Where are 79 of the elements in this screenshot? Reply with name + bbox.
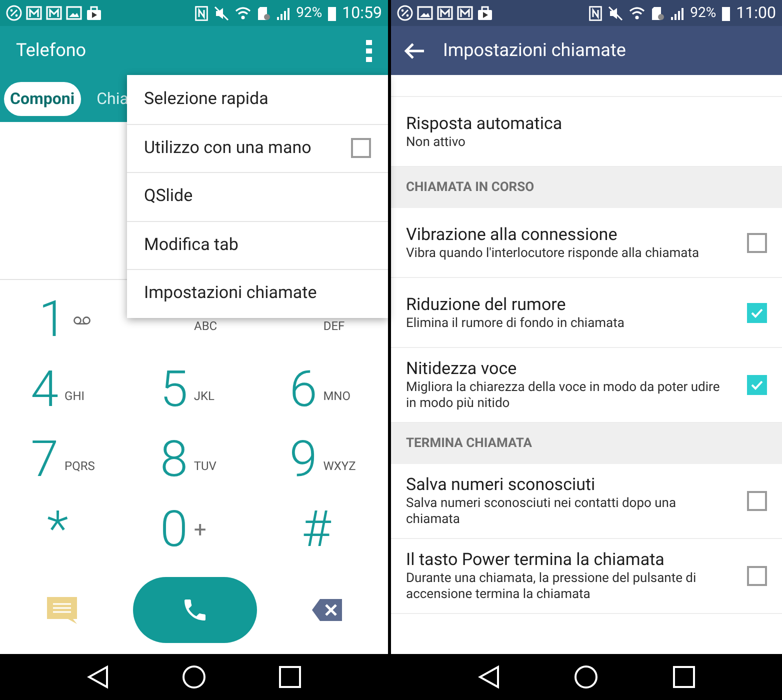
dial-key[interactable]: 4 [30, 365, 59, 415]
battery-icon [328, 6, 336, 20]
home-icon[interactable] [574, 665, 598, 689]
image-icon [417, 5, 433, 21]
key-letters: MNO [323, 388, 352, 405]
sd-card-icon [651, 6, 664, 20]
key-letters: WXYZ [323, 458, 357, 475]
dial-key[interactable]: 0 [160, 505, 188, 555]
dial-key[interactable]: # [302, 505, 345, 555]
checkbox[interactable] [747, 375, 767, 395]
more-icon[interactable] [366, 40, 372, 62]
menu-item[interactable]: Impostazioni chiamate [127, 269, 388, 318]
signal-icon [670, 6, 684, 20]
mute-icon [214, 6, 230, 20]
app-title: Telefono [16, 39, 86, 63]
voicemail-icon [72, 316, 91, 324]
settings-item[interactable]: Il tasto Power termina la chiamata Durante una chiamata, la pressione del pulsante di accensione termina la chiamata [391, 539, 782, 614]
battery-level: 92% [690, 4, 716, 22]
key-letters: DEF [323, 318, 346, 335]
mail-icon [46, 5, 62, 21]
key-letters: JKL [194, 388, 216, 405]
menu-item[interactable]: Modifica tab [127, 220, 388, 269]
battery-level: 92% [296, 4, 322, 22]
menu-item-label: Selezione rapida [144, 88, 270, 110]
recent-apps-icon[interactable] [672, 666, 695, 688]
key-letters: GHI [64, 388, 86, 405]
bag-icon [86, 5, 102, 21]
mail-icon [437, 5, 453, 21]
settings-item[interactable]: Salva numeri sconosciuti Salva numeri sconosciuti nei contatti dopo una chiamata [391, 464, 782, 539]
settings-item[interactable]: Riduzione del rumore Elimina il rumore di fondo in chiamata [391, 278, 782, 348]
image-icon [66, 5, 82, 21]
key-letters: + [194, 516, 208, 544]
menu-item-label: Modifica tab [144, 234, 240, 256]
key-letters: PQRS [64, 458, 96, 475]
menu-item-label: QSlide [144, 185, 194, 208]
back-icon[interactable] [86, 665, 109, 689]
home-icon[interactable] [182, 665, 206, 689]
dial-key[interactable]: 6 [289, 365, 318, 415]
dial-key[interactable]: 7 [30, 435, 59, 485]
nfc-icon [589, 6, 602, 20]
checkbox[interactable] [747, 302, 767, 322]
clock: 10:59 [342, 2, 382, 24]
dial-key[interactable]: 8 [160, 435, 188, 485]
nfc-icon [195, 6, 208, 20]
back-arrow-icon[interactable] [403, 42, 425, 60]
checkbox[interactable] [747, 491, 767, 511]
key-letters: ABC [194, 318, 218, 335]
clock: 11:00 [736, 2, 776, 24]
signal-icon [276, 6, 290, 20]
tab[interactable]: Componi [4, 82, 81, 116]
menu-item[interactable]: QSlide [127, 172, 388, 220]
checkbox[interactable] [747, 232, 767, 252]
battery-icon [722, 6, 730, 20]
wifi-icon [629, 6, 646, 20]
key-letters: TUV [194, 458, 218, 475]
percent-icon [6, 5, 22, 21]
mail-icon [26, 5, 42, 21]
dial-key[interactable]: 9 [289, 435, 318, 485]
mail-icon [457, 5, 473, 21]
menu-item[interactable]: Utilizzo con una mano [127, 124, 388, 172]
backspace-icon[interactable] [312, 598, 342, 620]
menu-item-label: Impostazioni chiamate [144, 282, 318, 305]
mute-icon [608, 6, 624, 20]
dial-key[interactable]: 1 [38, 295, 67, 345]
wifi-icon [235, 6, 252, 20]
settings-item[interactable]: Vibrazione alla connessione Vibra quando l'interlocutore risponde alla chiamata [391, 208, 782, 278]
section-header: TERMINA CHIAMATA [391, 423, 782, 464]
app-title: Impostazioni chiamate [443, 39, 626, 63]
sd-card-icon [257, 6, 270, 20]
bag-icon [477, 5, 493, 21]
checkbox[interactable] [747, 566, 767, 586]
section-header: CHIAMATA IN CORSO [391, 167, 782, 208]
recent-apps-icon[interactable] [279, 666, 302, 688]
percent-icon [397, 5, 413, 21]
back-icon[interactable] [478, 665, 500, 689]
dial-key[interactable]: * [47, 505, 82, 555]
menu-item-label: Utilizzo con una mano [144, 136, 312, 160]
checkbox[interactable] [351, 138, 371, 158]
dial-key[interactable]: 5 [160, 365, 188, 415]
